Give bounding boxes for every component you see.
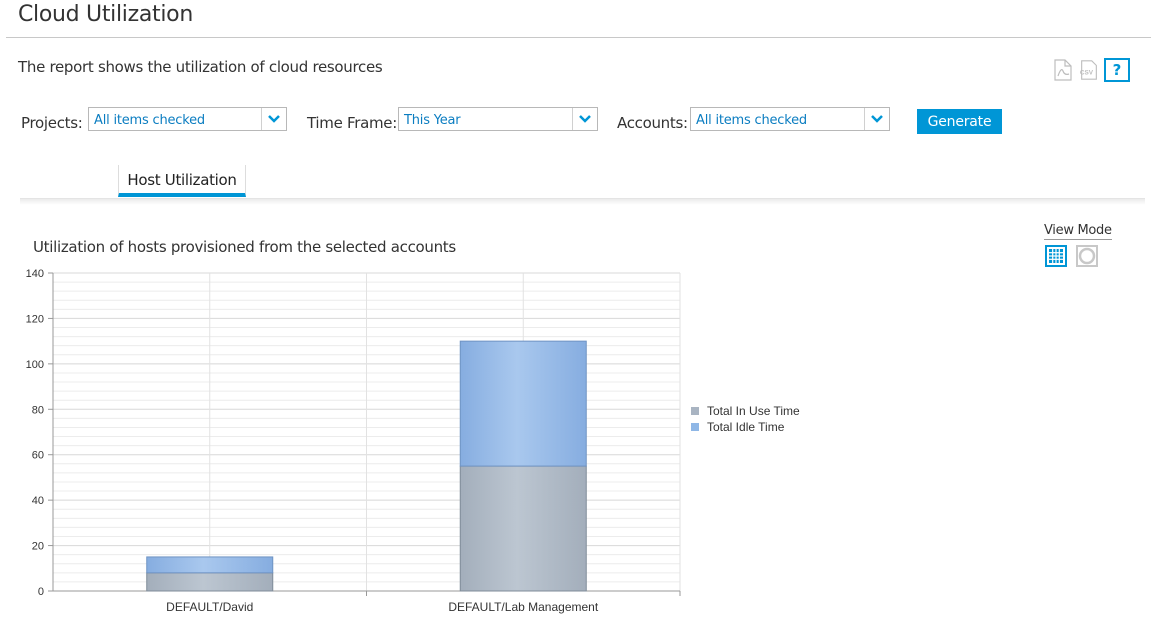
tab-bar-divider — [20, 198, 1145, 205]
view-mode-label: View Mode — [1044, 223, 1112, 240]
y-tick-label: 140 — [26, 268, 44, 280]
legend-swatch-in-use — [691, 407, 699, 415]
y-tick-label: 0 — [38, 586, 44, 598]
bar-idle — [459, 340, 587, 467]
y-tick-label: 100 — [26, 359, 44, 371]
grid-view-icon[interactable] — [1045, 245, 1067, 267]
y-tick-label: 20 — [32, 541, 44, 553]
timeframe-select-value: This Year — [404, 113, 461, 128]
accounts-select[interactable]: All items checked — [690, 107, 890, 131]
timeframe-label: Time Frame: — [307, 114, 397, 132]
help-button[interactable]: ? — [1104, 58, 1130, 82]
bar-idle — [146, 556, 274, 574]
report-description: The report shows the utilization of clou… — [18, 58, 383, 76]
pdf-export-icon[interactable] — [1052, 58, 1074, 82]
legend-label: Total Idle Time — [707, 420, 785, 434]
export-toolbar: CSV ? — [1052, 58, 1130, 82]
bar-in-use — [146, 572, 274, 592]
timeframe-select[interactable]: This Year — [398, 107, 598, 131]
x-tick-label: DEFAULT/Lab Management — [448, 600, 599, 614]
tab-host-utilization[interactable]: Host Utilization — [118, 165, 246, 197]
y-tick-label: 60 — [32, 450, 44, 462]
chart-legend: Total In Use Time Total Idle Time — [691, 403, 800, 435]
projects-select-value: All items checked — [94, 113, 205, 128]
y-tick-label: 40 — [32, 495, 44, 507]
y-tick-label: 80 — [32, 404, 44, 416]
legend-item: Total Idle Time — [691, 419, 800, 435]
projects-select[interactable]: All items checked — [88, 107, 287, 131]
title-divider — [6, 37, 1151, 38]
legend-item: Total In Use Time — [691, 403, 800, 419]
svg-text:CSV: CSV — [1080, 70, 1094, 77]
chevron-down-icon[interactable] — [572, 108, 597, 130]
page-title: Cloud Utilization — [18, 2, 193, 27]
chevron-down-icon[interactable] — [261, 108, 286, 130]
chevron-down-icon[interactable] — [864, 108, 889, 130]
bar-in-use — [459, 465, 587, 592]
accounts-label: Accounts: — [617, 114, 688, 132]
utilization-chart: 0 20 40 60 80 100 120 140 DEFAULT/David DEFAULT/L… — [26, 268, 681, 614]
pie-view-icon[interactable] — [1076, 245, 1098, 267]
accounts-select-value: All items checked — [696, 113, 807, 128]
x-tick-label: DEFAULT/David — [166, 600, 253, 614]
legend-label: Total In Use Time — [707, 404, 800, 418]
csv-export-icon[interactable]: CSV — [1078, 58, 1100, 82]
generate-button[interactable]: Generate — [917, 109, 1002, 134]
projects-label: Projects: — [21, 114, 83, 132]
y-tick-label: 120 — [26, 313, 44, 325]
chart-title: Utilization of hosts provisioned from th… — [33, 238, 456, 256]
legend-swatch-idle — [691, 423, 699, 431]
